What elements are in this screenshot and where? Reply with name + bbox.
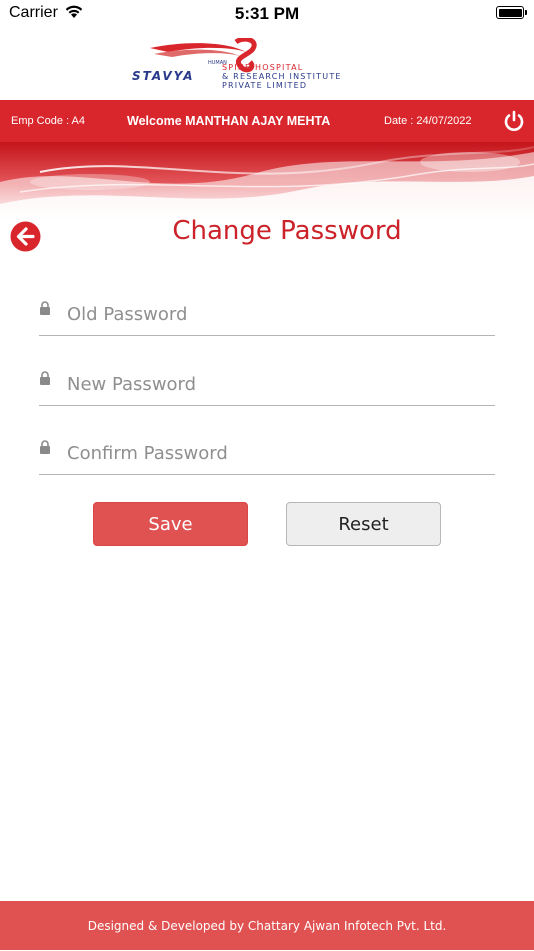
logo-line2: & RESEARCH INSTITUTE xyxy=(222,72,342,81)
logo-area: HUMAN STAVYA SPINE HOSPITAL & RESEARCH I… xyxy=(0,30,534,100)
lock-icon xyxy=(40,371,50,385)
status-time: 5:31 PM xyxy=(234,4,300,23)
lock-icon xyxy=(40,301,50,315)
power-icon[interactable] xyxy=(502,109,526,133)
reset-button[interactable]: Reset xyxy=(286,502,441,546)
lock-icon xyxy=(40,440,50,454)
emp-code: Emp Code : A4 xyxy=(11,115,85,127)
save-button[interactable]: Save xyxy=(93,502,248,546)
old-password-field xyxy=(39,295,495,336)
new-password-input[interactable] xyxy=(67,371,487,397)
logo-line1: SPINE HOSPITAL xyxy=(222,63,303,72)
footer-credit: Designed & Developed by Chattary Ajwan I… xyxy=(87,919,447,933)
header-bar: Emp Code : A4 Welcome MANTHAN AJAY MEHTA… xyxy=(0,100,534,142)
confirm-password-input[interactable] xyxy=(67,440,487,466)
logo-line3: PRIVATE LIMITED xyxy=(222,81,307,90)
page-title: Change Password xyxy=(172,216,402,246)
hospital-logo: HUMAN STAVYA SPINE HOSPITAL & RESEARCH I… xyxy=(132,38,342,90)
decorative-banner xyxy=(0,142,534,222)
footer: Designed & Developed by Chattary Ajwan I… xyxy=(0,901,534,950)
header-date: Date : 24/07/2022 xyxy=(384,115,472,127)
old-password-input[interactable] xyxy=(67,301,487,327)
welcome-text: Welcome MANTHAN AJAY MEHTA xyxy=(127,114,331,128)
logo-brand: STAVYA xyxy=(132,69,194,83)
new-password-field xyxy=(39,365,495,406)
confirm-password-field xyxy=(39,434,495,475)
status-bar: Carrier 5:31 PM xyxy=(0,0,534,30)
battery-icon xyxy=(496,6,527,19)
